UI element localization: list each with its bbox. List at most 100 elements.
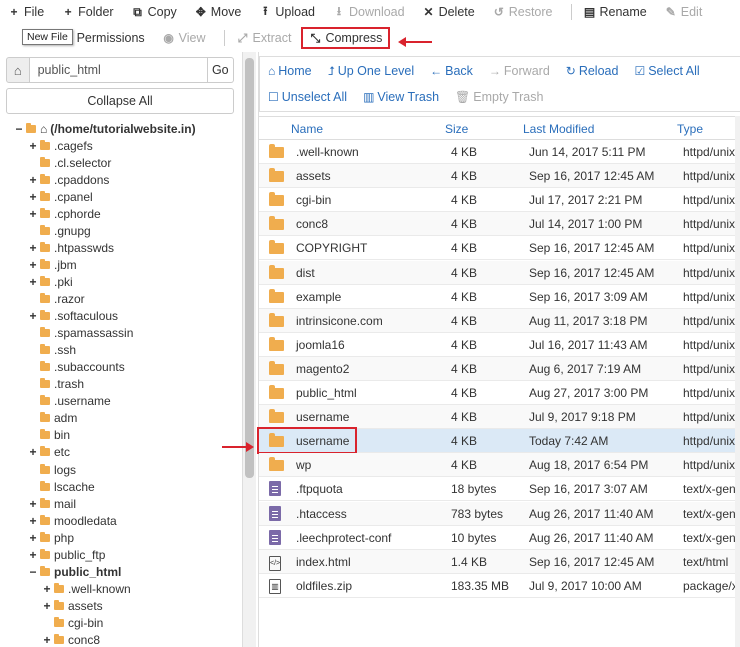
- home-button[interactable]: ⌂ Home: [268, 64, 312, 78]
- expand-icon[interactable]: +: [28, 173, 38, 187]
- tree-item[interactable]: + conc8: [42, 632, 100, 647]
- tree-item[interactable]: + mail: [28, 495, 76, 512]
- column-size[interactable]: Size: [445, 122, 468, 136]
- tree-item[interactable]: bin: [28, 427, 70, 444]
- tree-item[interactable]: + .softaculous: [28, 308, 118, 325]
- expand-icon[interactable]: +: [28, 497, 38, 511]
- table-row[interactable]: ▥ oldfiles.zip 183.35 MB Jul 9, 2017 10:00 …: [259, 573, 740, 598]
- tree-item[interactable]: + moodledata: [28, 512, 116, 529]
- tree-item[interactable]: + .htpasswds: [28, 239, 114, 256]
- table-row[interactable]: .well-known 4 KB Jun 14, 2017 5:11 PM httpd…: [259, 140, 740, 164]
- tree-item[interactable]: − public_html: [28, 563, 121, 580]
- expand-icon[interactable]: +: [42, 599, 52, 613]
- reload-button[interactable]: ↻ Reload: [566, 64, 619, 78]
- expand-icon[interactable]: +: [28, 514, 38, 528]
- expand-icon[interactable]: +: [28, 531, 38, 545]
- expand-icon[interactable]: +: [28, 258, 38, 272]
- tree-item[interactable]: + etc: [28, 444, 70, 461]
- table-row[interactable]: username 4 KB Jul 9, 2017 9:18 PM httpd/uni…: [259, 405, 740, 430]
- collapse-icon[interactable]: −: [28, 565, 38, 579]
- column-name[interactable]: Name: [291, 122, 323, 136]
- expand-icon[interactable]: +: [28, 190, 38, 204]
- rename-button[interactable]: ▤ Rename: [584, 0, 647, 24]
- table-row[interactable]: magento2 4 KB Aug 6, 2017 7:19 AM httpd/uni…: [259, 356, 740, 381]
- file-list-scrollbar[interactable]: [735, 116, 740, 647]
- view-button[interactable]: ◉ View: [163, 26, 205, 50]
- select-all-button[interactable]: ☑ Select All: [634, 64, 699, 78]
- tree-item[interactable]: + .jbm: [28, 256, 76, 273]
- table-row[interactable]: assets 4 KB Sep 16, 2017 12:45 AM httpd/uni…: [259, 164, 740, 189]
- tree-item[interactable]: adm: [28, 410, 77, 427]
- tree-scrollbar-thumb[interactable]: [245, 58, 254, 478]
- tree-item[interactable]: .gnupg: [28, 222, 91, 239]
- table-row[interactable]: .leechprotect-conf 10 bytes Aug 26, 2017 1…: [259, 525, 740, 550]
- table-row[interactable]: conc8 4 KB Jul 14, 2017 1:00 PM httpd/unix-…: [259, 212, 740, 237]
- tree-item[interactable]: .subaccounts: [28, 359, 125, 376]
- table-row[interactable]: example 4 KB Sep 16, 2017 3:09 AM httpd/uni…: [259, 284, 740, 309]
- table-row[interactable]: </> index.html 1.4 KB Sep 16, 2017 12:45 AM…: [259, 549, 740, 574]
- column-last-modified[interactable]: Last Modified: [523, 122, 594, 136]
- empty-trash-button[interactable]: 🗑 Empty Trash: [455, 90, 543, 104]
- permissions-button[interactable]: ⚷ Permissions: [61, 26, 144, 50]
- tree-item[interactable]: + assets: [42, 597, 102, 614]
- expand-icon[interactable]: +: [42, 633, 52, 647]
- tree-item[interactable]: + .cpanel: [28, 188, 92, 205]
- edit-button[interactable]: ✎ Edit: [665, 0, 703, 24]
- table-row[interactable]: username 4 KB Today 7:42 AM httpd/unix-d: [257, 427, 740, 455]
- tree-item[interactable]: logs: [28, 461, 76, 478]
- collapse-icon[interactable]: −: [14, 122, 24, 136]
- move-button[interactable]: ✥ Move: [195, 0, 242, 24]
- upload-button[interactable]: ⭱ Upload: [259, 0, 315, 24]
- tree-item[interactable]: + php: [28, 529, 74, 546]
- table-row[interactable]: .htaccess 783 bytes Aug 26, 2017 11:40 AM t…: [259, 501, 740, 526]
- tree-item[interactable]: lscache: [28, 478, 95, 495]
- expand-icon[interactable]: +: [28, 309, 38, 323]
- delete-button[interactable]: ✕ Delete: [423, 0, 475, 24]
- tree-item[interactable]: − ⌂ (/home/tutorialwebsite.in): [14, 120, 195, 137]
- tree-item[interactable]: + .well-known: [42, 580, 130, 597]
- extract-button[interactable]: ⤢ Extract: [237, 26, 292, 50]
- download-button[interactable]: ⭳ Download: [333, 0, 405, 24]
- table-row[interactable]: cgi-bin 4 KB Jul 17, 2017 2:21 PM httpd/uni…: [259, 188, 740, 213]
- expand-icon[interactable]: +: [28, 139, 38, 153]
- restore-button[interactable]: ↺ Restore: [493, 0, 553, 24]
- file-button[interactable]: + File: [8, 0, 44, 24]
- tree-item[interactable]: + .pki: [28, 273, 72, 290]
- table-row[interactable]: joomla16 4 KB Jul 16, 2017 11:43 AM httpd/u…: [259, 332, 740, 357]
- column-type[interactable]: Type: [677, 122, 703, 136]
- view-trash-button[interactable]: ▥ View Trash: [363, 90, 439, 104]
- tree-item[interactable]: .cl.selector: [28, 154, 111, 171]
- expand-icon[interactable]: +: [28, 548, 38, 562]
- home-icon[interactable]: ⌂: [6, 57, 30, 83]
- unselect-all-button[interactable]: ☐ Unselect All: [268, 90, 347, 104]
- expand-icon[interactable]: +: [28, 207, 38, 221]
- copy-button[interactable]: ⧉ Copy: [132, 0, 176, 24]
- expand-icon[interactable]: +: [28, 241, 38, 255]
- forward-button[interactable]: → Forward: [489, 64, 550, 78]
- tree-item[interactable]: .username: [28, 393, 111, 410]
- folder-button[interactable]: + Folder: [62, 0, 114, 24]
- table-row[interactable]: public_html 4 KB Aug 27, 2017 3:00 PM httpd…: [259, 381, 740, 405]
- expand-icon[interactable]: +: [28, 275, 38, 289]
- up-one-level-button[interactable]: ⮥ Up One Level: [328, 64, 415, 79]
- tree-item[interactable]: cgi-bin: [42, 614, 103, 631]
- go-button[interactable]: Go: [207, 57, 234, 83]
- table-row[interactable]: intrinsicone.com 4 KB Aug 11, 2017 3:18 PM…: [259, 308, 740, 333]
- table-row[interactable]: dist 4 KB Sep 16, 2017 12:45 AM httpd/unix-…: [259, 260, 740, 285]
- expand-icon[interactable]: +: [42, 582, 52, 596]
- tree-item[interactable]: + public_ftp: [28, 546, 105, 563]
- expand-icon[interactable]: +: [28, 445, 38, 459]
- back-button[interactable]: ← Back: [430, 64, 473, 78]
- tree-item[interactable]: + .cpaddons: [28, 171, 109, 188]
- tree-item[interactable]: + .cphorde: [28, 205, 100, 222]
- tree-item[interactable]: .spamassassin: [28, 325, 133, 342]
- tree-scrollbar[interactable]: [242, 52, 256, 647]
- tree-item[interactable]: .trash: [28, 376, 84, 393]
- table-row[interactable]: .ftpquota 18 bytes Sep 16, 2017 3:07 AM tex…: [259, 477, 740, 502]
- tree-item[interactable]: .razor: [28, 291, 85, 308]
- table-row[interactable]: wp 4 KB Aug 18, 2017 6:54 PM httpd/unix-d: [259, 453, 740, 478]
- path-input[interactable]: [29, 57, 208, 83]
- table-row[interactable]: COPYRIGHT 4 KB Sep 16, 2017 12:45 AM httpd/…: [259, 236, 740, 261]
- tree-item[interactable]: + .cagefs: [28, 137, 92, 154]
- compress-button[interactable]: ⤡ Compress: [301, 27, 391, 49]
